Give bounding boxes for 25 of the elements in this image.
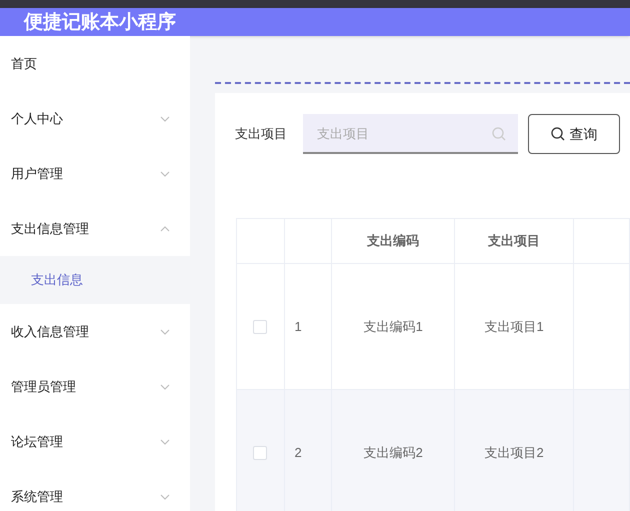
search-label: 支出项目 xyxy=(235,125,288,144)
row-checkbox[interactable] xyxy=(253,446,268,460)
search-icon xyxy=(550,127,564,141)
table-cell: 支出项目2 xyxy=(484,444,544,460)
menu-item[interactable]: 系统管理 xyxy=(0,469,190,511)
menu-item[interactable]: 论坛管理 xyxy=(0,414,190,469)
menu-item[interactable]: 用户管理 xyxy=(0,146,190,201)
menu-item[interactable]: 首页 xyxy=(0,36,190,91)
table-cell: 支出编码2 xyxy=(364,444,423,460)
row-number: 2 xyxy=(294,444,302,460)
search-icon xyxy=(492,127,506,141)
search-button[interactable]: 查询 xyxy=(528,114,620,154)
table-cell: 支出项目1 xyxy=(484,318,544,334)
table-cell: 支出编码1 xyxy=(364,318,423,334)
submenu-item[interactable]: 支出信息 xyxy=(0,256,190,304)
menu-item[interactable]: 收入信息管理 xyxy=(0,304,190,359)
row-number: 1 xyxy=(294,318,302,334)
menu-item[interactable]: 支出信息管理 xyxy=(0,201,190,256)
row-checkbox[interactable] xyxy=(253,320,268,334)
app-title: 便捷记账本小程序 xyxy=(24,10,176,35)
menu-item[interactable]: 管理员管理 xyxy=(0,359,190,414)
column-header: 支出编码 xyxy=(332,218,455,264)
column-header: 支出项目 xyxy=(454,218,574,264)
menu-item[interactable]: 个人中心 xyxy=(0,91,190,146)
search-field[interactable]: 支出项目 xyxy=(303,114,518,154)
